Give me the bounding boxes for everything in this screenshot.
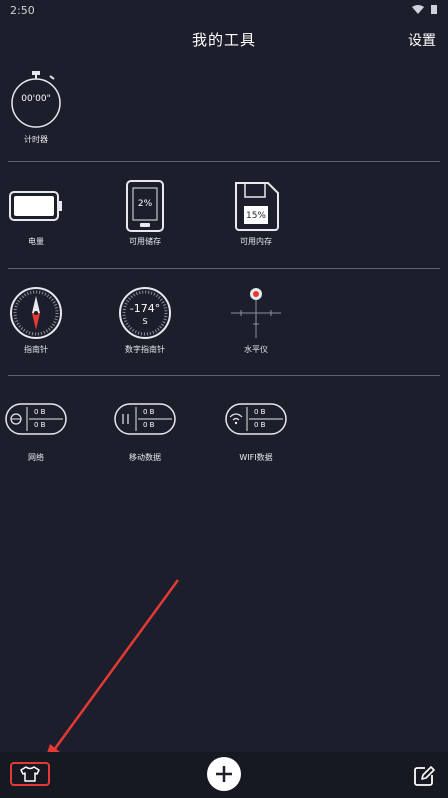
plus-icon — [216, 766, 232, 782]
battery-tool[interactable]: 电量 — [0, 180, 72, 247]
level-label: 水平仪 — [244, 345, 268, 354]
network-up-value: 0 B — [34, 408, 46, 416]
timer-label: 计时器 — [24, 135, 48, 144]
mobile-up-value: 0 B — [143, 408, 155, 416]
mobile-data-label: 移动数据 — [129, 453, 161, 462]
mobile-down-value: 0 B — [143, 421, 155, 429]
edit-icon — [414, 766, 435, 786]
network-down-value: 0 B — [34, 421, 46, 429]
memory-tool[interactable]: 15% 可用内存 — [220, 180, 292, 247]
battery-icon — [9, 191, 62, 221]
tshirt-icon — [20, 766, 40, 782]
wifi-up-value: 0 B — [254, 408, 266, 416]
status-bar: 2:50 — [0, 0, 448, 22]
section-divider — [8, 161, 440, 162]
digital-compass-direction: S — [142, 317, 148, 326]
memory-label: 可用内存 — [240, 237, 272, 246]
level-tool[interactable]: 水平仪 — [220, 286, 292, 355]
timer-display: 00'00" — [21, 94, 51, 104]
section-divider — [8, 375, 440, 376]
theme-button[interactable] — [10, 762, 50, 786]
digital-compass-tool[interactable]: -174° S 数字指南针 — [109, 286, 181, 355]
status-time: 2:50 — [10, 4, 35, 17]
level-crosshair-icon — [231, 288, 281, 338]
system-icons — [412, 4, 438, 15]
mobile-data-tool[interactable]: 0 B 0 B 移动数据 — [109, 403, 181, 463]
compass-label: 指南针 — [24, 345, 48, 354]
storage-label: 可用储存 — [129, 237, 161, 246]
storage-tool[interactable]: 2% 可用储存 — [109, 180, 181, 247]
app-header: 我的工具 设置 — [0, 22, 448, 58]
edit-button[interactable] — [413, 765, 435, 787]
memory-card-icon — [235, 182, 279, 231]
digital-compass-label: 数字指南针 — [125, 345, 165, 354]
battery-label: 电量 — [28, 237, 44, 246]
digital-compass-degree: -174° — [129, 302, 161, 315]
timer-tool[interactable]: 00'00" 计时器 — [0, 70, 72, 145]
storage-value: 2% — [137, 199, 153, 209]
add-tool-button[interactable] — [207, 757, 241, 791]
page-title: 我的工具 — [191, 31, 256, 49]
compass-icon — [10, 287, 62, 339]
memory-value: 15% — [245, 211, 266, 221]
settings-button[interactable]: 设置 — [408, 30, 436, 50]
wifi-data-tool[interactable]: 0 B 0 B WIFI数据 — [220, 403, 292, 463]
wifi-data-label: WIFI数据 — [239, 453, 273, 462]
network-label: 网络 — [28, 453, 44, 462]
compass-tool[interactable]: 指南针 — [0, 286, 72, 355]
battery-status-icon — [431, 5, 437, 14]
bottom-toolbar — [0, 752, 448, 798]
section-divider — [8, 268, 440, 269]
wifi-signal-icon — [412, 4, 424, 14]
network-tool[interactable]: 0 B 0 B 网络 — [0, 403, 72, 463]
wifi-down-value: 0 B — [254, 421, 266, 429]
